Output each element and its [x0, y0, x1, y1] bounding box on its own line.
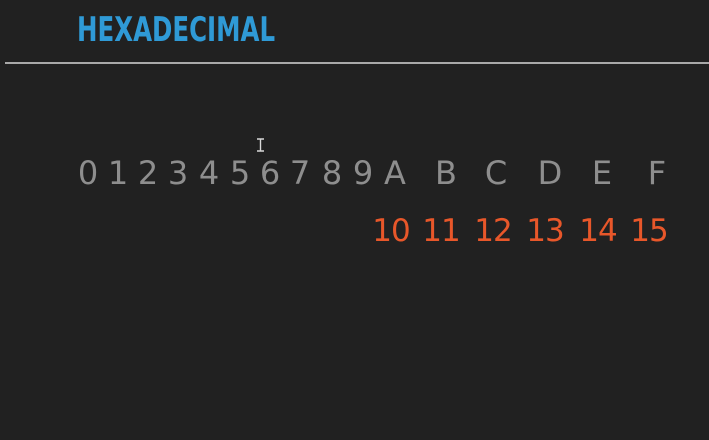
- decimal-value: 12: [474, 213, 512, 249]
- hex-digit-row: 0 1 2 3 4 5 6 7 8 9 A B C D E F: [0, 150, 709, 196]
- hex-digit: 7: [289, 154, 311, 192]
- decimal-value-row: 10 11 12 13 14 15: [0, 208, 709, 254]
- hex-digit: 0: [77, 154, 99, 192]
- hex-digit: 3: [167, 154, 189, 192]
- hex-digit: C: [484, 154, 508, 192]
- decimal-value: 13: [526, 213, 564, 249]
- hex-digit: A: [384, 154, 406, 192]
- slide-title: HEXADECIMAL: [77, 10, 276, 50]
- title-divider: [5, 62, 709, 64]
- hex-digit: 6: [259, 154, 281, 192]
- hex-digit: F: [647, 154, 667, 192]
- decimal-value: 14: [579, 213, 617, 249]
- hex-digit: 1: [107, 154, 129, 192]
- hex-digit: 2: [137, 154, 159, 192]
- hex-digit: 8: [321, 154, 343, 192]
- decimal-value: 15: [630, 213, 668, 249]
- hex-digit: D: [537, 154, 563, 192]
- decimal-value: 11: [422, 213, 460, 249]
- hex-digit: E: [591, 154, 613, 192]
- slide: HEXADECIMAL 0 1 2 3 4 5 6 7 8 9 A B C D …: [0, 0, 709, 440]
- hex-digit: B: [435, 154, 457, 192]
- text-cursor-icon: [257, 138, 264, 152]
- hex-digit: 4: [198, 154, 220, 192]
- hex-digit: 9: [352, 154, 374, 192]
- decimal-value: 10: [372, 213, 410, 249]
- hex-digit: 5: [229, 154, 251, 192]
